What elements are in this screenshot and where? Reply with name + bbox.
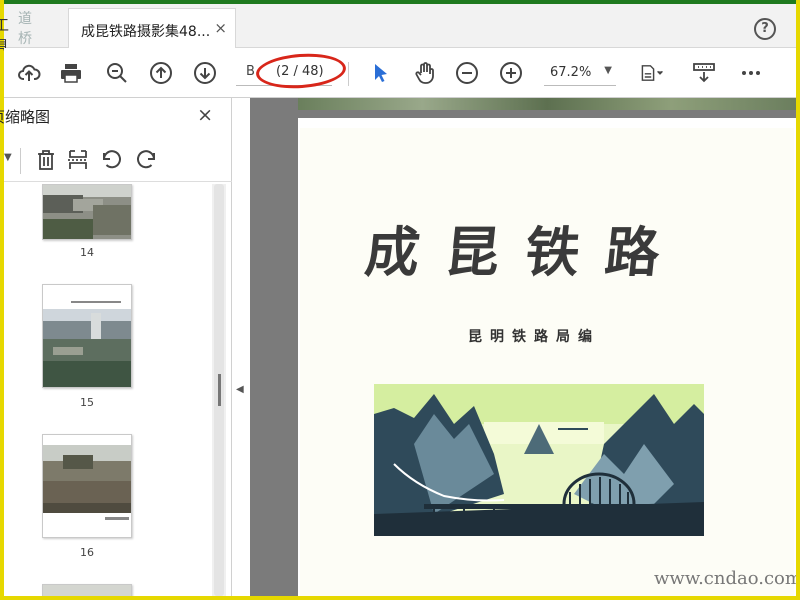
book-publisher: 昆明铁路局编 [468, 329, 600, 345]
more-icon[interactable] [738, 60, 764, 86]
thumbnail-page-number: 14 [80, 246, 94, 259]
document-tab[interactable]: 成昆铁路摄影集48... × [68, 8, 236, 48]
extract-page-icon[interactable] [66, 148, 92, 174]
zoom-in-icon[interactable] [498, 60, 524, 86]
page-current-input[interactable]: B [246, 64, 255, 79]
document-view[interactable]: 成昆铁路 昆明铁路局编 www.cndao.com [250, 98, 796, 596]
scroll-mode-icon[interactable] [690, 60, 718, 86]
rotate-left-icon[interactable] [100, 148, 126, 174]
chevron-down-icon: ▼ [604, 65, 612, 76]
page-up-icon[interactable] [148, 60, 174, 86]
page-thumbnail[interactable] [42, 284, 132, 388]
thumbnail-panel: 页缩略图 × ▼ 14 [0, 98, 232, 596]
select-cursor-icon[interactable] [368, 60, 394, 86]
hand-tool-icon[interactable] [412, 60, 438, 86]
delete-page-icon[interactable] [34, 148, 60, 174]
highlight-circle [254, 50, 348, 92]
options-dropdown-icon[interactable]: ▼ [4, 152, 12, 163]
toolbar-separator [348, 62, 349, 86]
window-right-border [796, 0, 800, 600]
zoom-level-select[interactable]: 67.2% ▼ [544, 60, 616, 86]
zoom-level-value: 67.2% [550, 65, 592, 80]
panel-resize-handle[interactable] [218, 374, 221, 406]
book-title: 成昆铁路 [362, 220, 689, 284]
page-thumbnail[interactable] [42, 434, 132, 538]
panel-toolbar: ▼ [4, 142, 232, 182]
panel-title: 页缩略图 [0, 108, 51, 126]
print-icon[interactable] [58, 60, 84, 86]
collapse-panel-icon[interactable]: ◀ [236, 384, 244, 395]
panel-collapse-strip[interactable]: ◀ [232, 98, 250, 596]
zoom-out-icon[interactable] [454, 60, 480, 86]
rotate-right-icon[interactable] [134, 148, 160, 174]
page-thumbnail[interactable] [42, 584, 132, 596]
window-bottom-border [0, 596, 800, 600]
panel-toolbar-separator [20, 148, 21, 174]
cover-illustration [374, 384, 704, 536]
main-toolbar: B (2 / 48) 67.2% ▼ [4, 48, 796, 98]
zoom-search-icon[interactable] [104, 60, 130, 86]
panel-close-icon[interactable]: × [197, 104, 213, 126]
help-icon[interactable]: ? [754, 18, 776, 40]
fit-page-icon[interactable] [634, 60, 670, 86]
document-page: 成昆铁路 昆明铁路局编 [298, 118, 796, 596]
page-thumbnail[interactable] [42, 184, 132, 240]
page-content: 成昆铁路 昆明铁路局编 [300, 128, 794, 596]
thumbnail-page-number: 16 [80, 546, 94, 559]
site-watermark-url: www.cndao.com [654, 568, 796, 589]
upload-icon[interactable] [16, 60, 42, 86]
thumbnail-page-number: 15 [80, 396, 94, 409]
tab-bar: 工具 道桥网 成昆铁路摄影集48... × ? [0, 4, 796, 67]
thumbnail-list: 14 15 16 [4, 184, 212, 596]
page-down-icon[interactable] [192, 60, 218, 86]
previous-page-edge [298, 98, 796, 110]
document-tab-close-icon[interactable]: × [214, 19, 227, 37]
document-tab-title: 成昆铁路摄影集48... [81, 24, 211, 40]
